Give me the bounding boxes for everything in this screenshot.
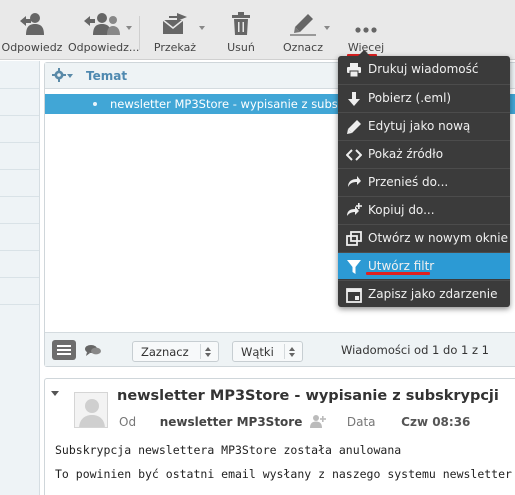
date-value: Czw 08:36 xyxy=(401,415,471,429)
body-line: To powinien być ostatni email wysłany z … xyxy=(55,467,512,481)
sidebar-row[interactable] xyxy=(0,251,39,278)
mark-button[interactable]: Oznacz xyxy=(276,0,330,60)
avatar xyxy=(74,392,108,428)
threads-dropdown-arrows-icon xyxy=(284,344,298,359)
move-icon xyxy=(348,176,361,187)
new-window-icon xyxy=(346,231,362,246)
trash-icon xyxy=(232,12,250,35)
select-dropdown[interactable]: Zaznacz xyxy=(132,341,219,362)
forward-button[interactable]: Przekaż xyxy=(145,0,205,60)
body-line: Subskrypcja newslettera MP3Store została… xyxy=(55,443,402,457)
reply-all-caret-icon[interactable] xyxy=(126,26,132,30)
menu-item-label: Utwórz filtr xyxy=(368,259,435,273)
sidebar-row[interactable] xyxy=(0,116,39,143)
add-contact-icon[interactable] xyxy=(309,414,327,428)
threads-dropdown[interactable]: Wątki xyxy=(232,341,303,362)
preview-subject: newsletter MP3Store - wypisanie z subskr… xyxy=(117,388,499,404)
folder-sidebar xyxy=(0,61,40,495)
menu-item-edit-as-new[interactable]: Edytuj jako nową xyxy=(338,112,510,139)
reply-all-label: Odpowiedz... xyxy=(68,41,140,54)
reply-all-icon xyxy=(84,13,120,35)
forward-icon xyxy=(162,13,187,34)
menu-item-move-to[interactable]: Przenieś do... xyxy=(338,168,510,195)
menu-item-label: Drukuj wiadomość xyxy=(368,62,479,76)
sidebar-row[interactable] xyxy=(0,89,39,116)
menu-item-open-new-window[interactable]: Otwórz w nowym oknie xyxy=(338,224,510,251)
sidebar-row[interactable] xyxy=(0,224,39,251)
person-silhouette-icon xyxy=(79,399,105,427)
preview-header-fields: Od newsletter MP3Store Data Czw 08:36 xyxy=(119,414,470,429)
annotation-underline-filter xyxy=(366,272,430,275)
calendar-icon xyxy=(346,288,362,303)
menu-item-create-filter[interactable]: Utwórz filtr xyxy=(338,252,510,279)
code-icon xyxy=(346,149,362,161)
filter-icon xyxy=(347,260,361,274)
chat-bubbles-icon xyxy=(85,345,101,356)
reply-icon xyxy=(20,13,44,35)
forward-label: Przekaż xyxy=(153,41,197,54)
from-value[interactable]: newsletter MP3Store xyxy=(160,415,303,429)
sidebar-row[interactable] xyxy=(0,143,39,170)
mark-label: Oznacz xyxy=(283,41,323,54)
menu-item-label: Otwórz w nowym oknie xyxy=(368,231,508,245)
gear-icon[interactable] xyxy=(52,68,66,82)
message-list-footer: Zaznacz Wątki Wiadomości od 1 do 1 z 1 xyxy=(45,332,515,366)
printer-icon xyxy=(347,63,361,78)
forward-caret-icon[interactable] xyxy=(199,26,205,30)
unread-dot-icon xyxy=(93,102,97,106)
menu-item-print[interactable]: Drukuj wiadomość xyxy=(338,56,510,83)
menu-item-download[interactable]: Pobierz (.eml) xyxy=(338,84,510,111)
message-body: Subskrypcja newslettera MP3Store została… xyxy=(55,443,515,491)
menu-item-save-as-event[interactable]: Zapisz jako zdarzenie xyxy=(338,280,510,307)
menu-item-show-source[interactable]: Pokaż źródło xyxy=(338,140,510,167)
pencil-icon xyxy=(347,120,361,134)
date-label: Data xyxy=(346,415,376,429)
collapse-toggle-icon[interactable] xyxy=(51,391,59,396)
marker-pen-icon xyxy=(290,14,316,36)
menu-item-copy-to[interactable]: Kopiuj do... xyxy=(338,196,510,223)
list-icon xyxy=(57,345,71,355)
delete-label: Usuń xyxy=(227,41,255,54)
copy-icon xyxy=(347,203,362,216)
select-dropdown-arrows-icon xyxy=(200,344,214,359)
toolbar: Odpowiedz Odpowiedz... Przekaż Usuń Ozna… xyxy=(0,0,515,60)
message-preview: newsletter MP3Store - wypisanie z subskr… xyxy=(44,378,515,495)
more-dots-icon xyxy=(355,27,377,33)
mark-caret-icon[interactable] xyxy=(324,26,330,30)
reply-button[interactable]: Odpowiedz xyxy=(0,0,64,60)
sidebar-row[interactable] xyxy=(0,170,39,197)
download-icon xyxy=(348,92,360,106)
sidebar-row[interactable] xyxy=(0,197,39,224)
column-header-subject[interactable]: Temat xyxy=(86,69,127,83)
threads-view-button[interactable] xyxy=(81,340,105,360)
threads-dropdown-label: Wątki xyxy=(241,345,274,359)
menu-item-label: Edytuj jako nową xyxy=(368,119,471,133)
delete-button[interactable]: Usuń xyxy=(218,0,264,60)
menu-item-label: Pokaż źródło xyxy=(368,147,444,161)
reply-all-button[interactable]: Odpowiedz... xyxy=(68,0,140,60)
sidebar-row[interactable] xyxy=(0,61,39,89)
from-label: Od xyxy=(119,415,137,429)
select-dropdown-label: Zaznacz xyxy=(141,345,189,359)
list-view-button[interactable] xyxy=(52,340,76,360)
menu-item-label: Zapisz jako zdarzenie xyxy=(368,287,498,301)
message-count: Wiadomości od 1 do 1 z 1 xyxy=(340,343,489,357)
more-actions-menu: Drukuj wiadomość Pobierz (.eml) Edytuj j… xyxy=(338,50,510,307)
message-subject: newsletter MP3Store - wypisanie z subskr… xyxy=(110,97,376,111)
sidebar-row[interactable] xyxy=(0,278,39,305)
menu-item-label: Kopiuj do... xyxy=(368,203,435,217)
menu-item-label: Przenieś do... xyxy=(368,175,449,189)
chevron-down-icon[interactable] xyxy=(67,74,73,78)
menu-item-label: Pobierz (.eml) xyxy=(368,91,452,105)
reply-label: Odpowiedz xyxy=(1,41,63,54)
toolbar-separator xyxy=(139,16,140,50)
